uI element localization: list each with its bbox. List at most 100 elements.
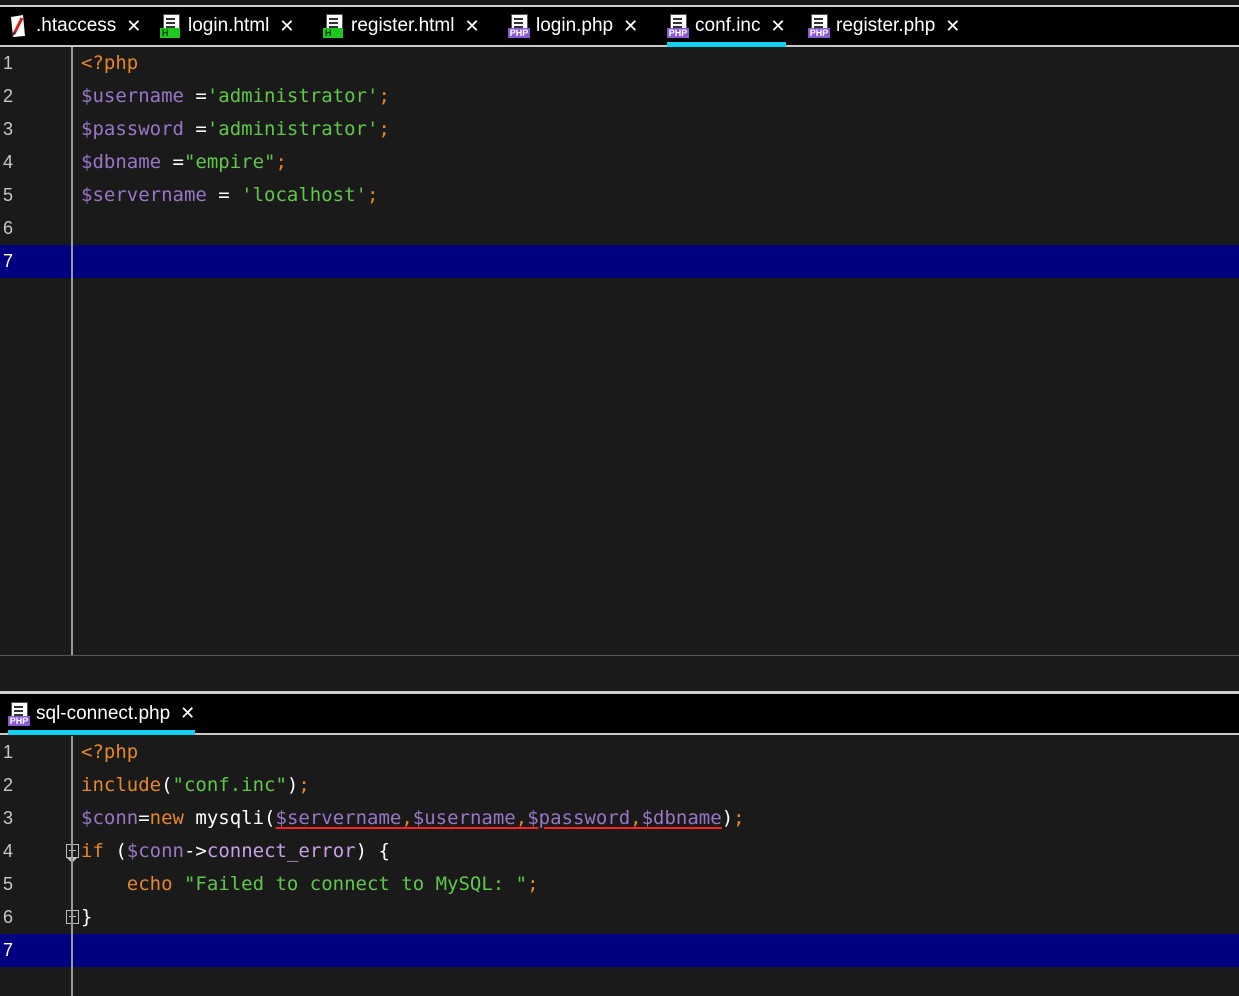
- code-token: $dbname: [641, 807, 722, 829]
- code-text: $password ='administrator';: [81, 113, 390, 146]
- code-line[interactable]: 4 if ($conn->connect_error) {: [0, 835, 1239, 868]
- code-token: =: [183, 85, 207, 107]
- code-token: =: [183, 118, 207, 140]
- code-token: "empire": [183, 151, 276, 173]
- line-number: 1: [3, 742, 14, 762]
- close-icon[interactable]: ✕: [180, 703, 195, 724]
- top-tab-bar: .htaccess ✕ Hlogin.html ✕ Hregister.html ✕ PHP…: [0, 5, 1239, 47]
- htaccess-icon: [8, 14, 30, 38]
- code-token: mysqli(: [183, 807, 276, 829]
- code-token: $password: [81, 118, 184, 140]
- line-number: 5: [3, 874, 14, 894]
- code-text: $dbname ="empire";: [81, 146, 287, 179]
- code-token: $dbname: [81, 151, 162, 173]
- code-line[interactable]: 2 include("conf.inc");: [0, 769, 1239, 802]
- code-token: if: [81, 840, 104, 862]
- code-token: $conn: [81, 807, 139, 829]
- code-token: $username: [81, 85, 184, 107]
- line-number: 1: [3, 53, 14, 73]
- line-number: 3: [3, 808, 14, 828]
- code-token: =: [161, 151, 184, 173]
- php-file-icon: PHP: [808, 14, 830, 38]
- tab-htaccess[interactable]: .htaccess ✕: [8, 7, 141, 45]
- code-line[interactable]: 7: [0, 934, 1239, 967]
- code-token: $servername: [275, 807, 402, 829]
- code-line[interactable]: 6}: [0, 901, 1239, 934]
- code-text: <?php: [81, 47, 138, 80]
- tab-register-html[interactable]: Hregister.html ✕: [323, 7, 480, 45]
- line-number: 6: [3, 907, 14, 927]
- code-token: <?php: [81, 741, 139, 763]
- html-file-icon: H: [323, 14, 345, 38]
- close-icon[interactable]: ✕: [279, 16, 294, 37]
- php-file-icon: PHP: [667, 14, 689, 38]
- code-token: ,: [515, 807, 528, 829]
- code-line[interactable]: 2 $username ='administrator';: [0, 80, 1239, 113]
- code-text: if ($conn->connect_error) {: [81, 835, 390, 868]
- code-token: ;: [298, 774, 310, 796]
- close-icon[interactable]: ✕: [623, 16, 638, 37]
- tab-label: sql-connect.php: [36, 702, 171, 724]
- code-token: ,: [401, 807, 413, 829]
- code-text: $username ='administrator';: [81, 80, 390, 113]
- code-token: 'administrator': [206, 118, 379, 140]
- code-token: ): [721, 807, 734, 829]
- split-pane-divider[interactable]: [0, 655, 1239, 692]
- bottom-code-editor[interactable]: 1 <?php 2 include("conf.inc"); 3 $conn=new my…: [0, 736, 1239, 996]
- tab-register-php[interactable]: PHP register.php ✕: [808, 7, 960, 45]
- close-icon[interactable]: ✕: [770, 16, 785, 37]
- code-token: ->: [183, 840, 207, 862]
- code-token: $conn: [126, 840, 184, 862]
- code-line[interactable]: 5 echo "Failed to connect to MySQL: ";: [0, 868, 1239, 901]
- html-file-icon: H: [160, 14, 182, 38]
- code-token: ): [286, 774, 299, 796]
- close-icon[interactable]: ✕: [126, 16, 141, 37]
- line-number: 7: [3, 940, 14, 960]
- line-number: 6: [3, 218, 14, 238]
- code-token: $servername: [81, 184, 207, 206]
- tab-conf-inc[interactable]: PHP conf.inc ✕: [667, 7, 786, 47]
- code-line[interactable]: 6: [0, 212, 1239, 245]
- line-number: 2: [3, 775, 14, 795]
- close-icon[interactable]: ✕: [464, 16, 479, 37]
- code-token: ;: [367, 184, 379, 206]
- tab-label: register.php: [836, 15, 936, 36]
- code-line[interactable]: 3 $password ='administrator';: [0, 113, 1239, 146]
- tab-login-php[interactable]: PHP login.php ✕: [508, 7, 638, 45]
- code-line[interactable]: 4 $dbname ="empire";: [0, 146, 1239, 179]
- code-line[interactable]: 1 <?php: [0, 736, 1239, 769]
- code-token: connect_error: [206, 840, 356, 862]
- code-token: }: [81, 906, 93, 928]
- tab-label: login.php: [536, 15, 614, 36]
- code-line[interactable]: 3 $conn=new mysqli($servername,$username,…: [0, 802, 1239, 835]
- code-token: ;: [275, 151, 287, 173]
- code-text: echo "Failed to connect to MySQL: ";: [81, 868, 539, 901]
- code-text: }: [81, 901, 92, 934]
- code-token: "Failed to connect to MySQL: ": [183, 873, 528, 895]
- code-text: $conn=new mysqli($servername,$username,$…: [81, 802, 745, 835]
- top-code-editor[interactable]: 1 <?php 2 $username ='administrator'; 3 $pass…: [0, 47, 1239, 655]
- tab-label: .htaccess: [36, 15, 117, 36]
- code-text: <?php: [81, 736, 138, 769]
- tab-sql-connect-php[interactable]: PHP sql-connect.php ✕: [8, 694, 196, 735]
- line-number: 4: [3, 152, 14, 172]
- code-token: (: [103, 840, 127, 862]
- code-line[interactable]: 5 $servername = 'localhost';: [0, 179, 1239, 212]
- code-token: =: [206, 184, 242, 206]
- code-token: 'localhost': [241, 184, 368, 206]
- code-line[interactable]: 1 <?php: [0, 47, 1239, 80]
- tab-login-html[interactable]: Hlogin.html ✕: [160, 7, 294, 45]
- code-token: ;: [378, 85, 390, 107]
- tab-label: login.html: [188, 15, 270, 36]
- code-token: <?php: [81, 52, 139, 74]
- line-number: 4: [3, 841, 14, 861]
- code-token: "conf.inc": [172, 774, 287, 796]
- code-token: new: [149, 807, 184, 829]
- tab-label: register.html: [351, 15, 455, 36]
- line-number: 7: [3, 251, 14, 271]
- code-token: ) {: [355, 840, 390, 862]
- line-number: 5: [3, 185, 14, 205]
- code-token: ;: [378, 118, 390, 140]
- code-line[interactable]: 7: [0, 245, 1239, 278]
- close-icon[interactable]: ✕: [945, 16, 960, 37]
